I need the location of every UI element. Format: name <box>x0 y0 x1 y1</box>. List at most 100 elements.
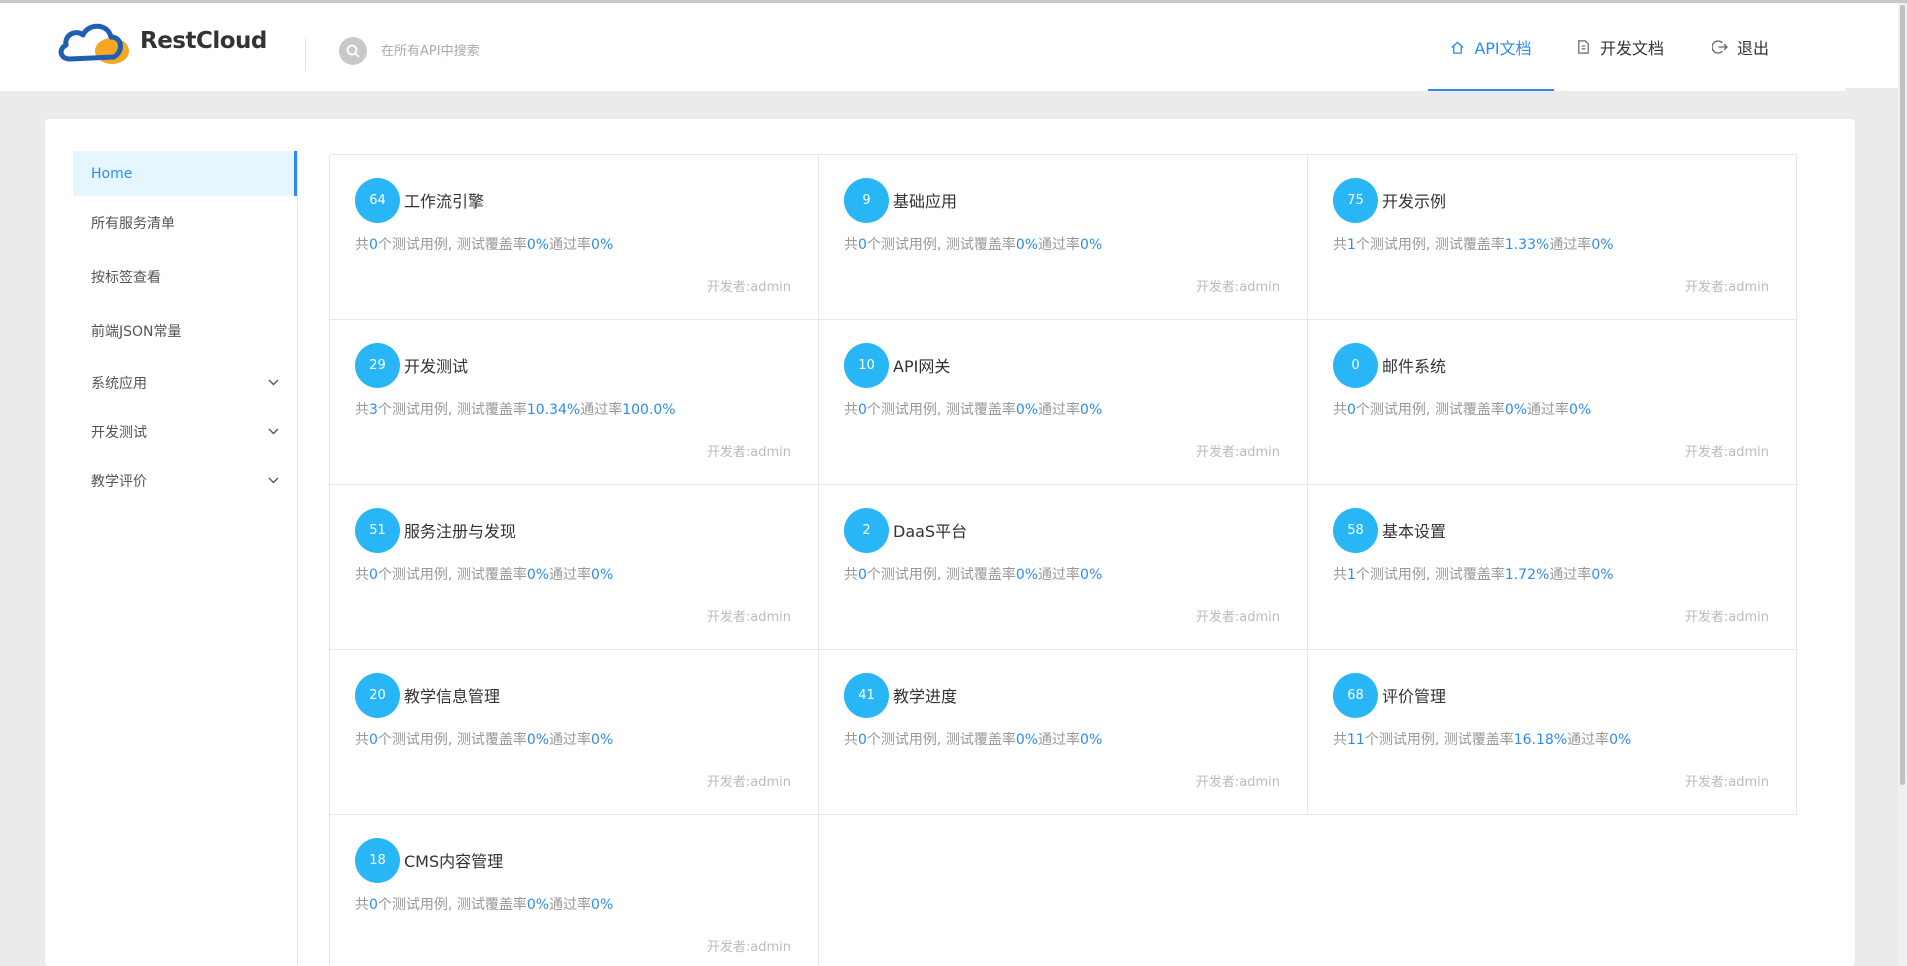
service-title[interactable]: 基本设置 <box>1382 518 1446 542</box>
logo[interactable]: RestCloud <box>56 15 267 67</box>
developer-label: 开发者:admin <box>1684 280 1769 295</box>
stats-text: 个测试用例, 测试覆盖率 <box>377 402 527 418</box>
search-bar <box>339 37 641 65</box>
stats-text: 个测试用例, 测试覆盖率 <box>377 732 527 748</box>
service-title[interactable]: 开发示例 <box>1382 188 1446 212</box>
test-case-count: 0 <box>369 732 378 748</box>
test-stats: 共0个测试用例, 测试覆盖率0%通过率0% <box>844 564 1102 584</box>
service-title[interactable]: 邮件系统 <box>1382 353 1446 377</box>
sidebar-item-system-apps[interactable]: 系统应用 <box>73 358 297 407</box>
test-case-count: 0 <box>858 402 867 418</box>
test-stats: 共0个测试用例, 测试覆盖率0%通过率0% <box>355 729 613 749</box>
service-card[interactable]: 20 教学信息管理 共0个测试用例, 测试覆盖率0%通过率0% 开发者:admin <box>330 649 819 815</box>
developer-label: 开发者:admin <box>1684 610 1769 625</box>
sidebar-item-label: 系统应用 <box>91 375 147 392</box>
test-case-count: 0 <box>858 237 867 253</box>
service-card[interactable]: 41 教学进度 共0个测试用例, 测试覆盖率0%通过率0% 开发者:admin <box>819 649 1308 815</box>
api-count-badge: 29 <box>355 343 400 388</box>
stats-text: 共 <box>1333 567 1347 583</box>
service-card[interactable]: 9 基础应用 共0个测试用例, 测试覆盖率0%通过率0% 开发者:admin <box>819 154 1308 320</box>
service-title[interactable]: 评价管理 <box>1382 683 1446 707</box>
cloud-logo-icon <box>58 23 129 64</box>
search-icon[interactable] <box>339 37 367 65</box>
pass-rate-value: 0% <box>591 732 614 748</box>
home-icon <box>1451 41 1464 54</box>
nav-label: 开发文档 <box>1600 39 1665 58</box>
service-title[interactable]: 服务注册与发现 <box>404 518 516 542</box>
pass-rate-value: 0% <box>1591 567 1614 583</box>
stats-text: 共 <box>355 402 369 418</box>
service-card[interactable]: 68 评价管理 共11个测试用例, 测试覆盖率16.18%通过率0% 开发者:admi… <box>1308 649 1797 815</box>
service-card[interactable]: 75 开发示例 共1个测试用例, 测试覆盖率1.33%通过率0% 开发者:admin <box>1308 154 1797 320</box>
service-title[interactable]: DaaS平台 <box>893 518 967 542</box>
service-card[interactable]: 58 基本设置 共1个测试用例, 测试覆盖率1.72%通过率0% 开发者:admin <box>1308 484 1797 650</box>
nav-label: 退出 <box>1737 39 1770 58</box>
test-stats: 共3个测试用例, 测试覆盖率10.34%通过率100.0% <box>355 399 676 419</box>
pass-rate-value: 0% <box>591 567 614 583</box>
service-card[interactable]: 18 CMS内容管理 共0个测试用例, 测试覆盖率0%通过率0% 开发者:admin <box>330 814 819 966</box>
sidebar-item-all-services[interactable]: 所有服务清单 <box>73 196 297 250</box>
service-title[interactable]: 工作流引擎 <box>404 188 484 212</box>
sidebar-item-dev-testing[interactable]: 开发测试 <box>73 407 297 456</box>
stats-text: 通过率 <box>549 897 592 913</box>
sidebar-item-teaching-eval[interactable]: 教学评价 <box>73 456 297 505</box>
service-card[interactable]: 29 开发测试 共3个测试用例, 测试覆盖率10.34%通过率100.0% 开发者:a… <box>330 319 819 485</box>
nav-logout[interactable]: 退出 <box>1712 3 1782 91</box>
sidebar-item-label: Home <box>91 165 133 182</box>
top-header: RestCloud API文档 开发文档 退出 <box>0 3 1907 91</box>
test-stats: 共0个测试用例, 测试覆盖率0%通过率0% <box>844 234 1102 254</box>
api-count-badge: 10 <box>844 343 889 388</box>
test-stats: 共0个测试用例, 测试覆盖率0%通过率0% <box>355 894 613 914</box>
stats-text: 共 <box>844 402 858 418</box>
service-title[interactable]: 教学进度 <box>893 683 957 707</box>
developer-label: 开发者:admin <box>1684 445 1769 460</box>
sidebar-item-by-tag[interactable]: 按标签查看 <box>73 250 297 304</box>
coverage-value: 1.33% <box>1504 237 1550 253</box>
main-panel: Home 所有服务清单 按标签查看 前端JSON常量 系统应用 开发测试 教学评… <box>45 119 1855 966</box>
developer-label: 开发者:admin <box>706 280 791 295</box>
coverage-value: 0% <box>526 897 550 913</box>
pass-rate-value: 0% <box>1080 237 1103 253</box>
nav-api-docs[interactable]: API文档 <box>1428 3 1554 91</box>
service-card[interactable]: 51 服务注册与发现 共0个测试用例, 测试覆盖率0%通过率0% 开发者:admin <box>330 484 819 650</box>
pass-rate-value: 0% <box>1080 567 1103 583</box>
coverage-value: 0% <box>1015 567 1039 583</box>
service-title[interactable]: API网关 <box>893 353 950 377</box>
pass-rate-value: 0% <box>1080 402 1103 418</box>
service-card[interactable]: 0 邮件系统 共0个测试用例, 测试覆盖率0%通过率0% 开发者:admin <box>1308 319 1797 485</box>
api-count-badge: 51 <box>355 508 400 553</box>
pass-rate-value: 0% <box>591 897 614 913</box>
test-stats: 共0个测试用例, 测试覆盖率0%通过率0% <box>1333 399 1591 419</box>
service-card[interactable]: 64 工作流引擎 共0个测试用例, 测试覆盖率0%通过率0% 开发者:admin <box>330 154 819 320</box>
sidebar-item-json-constants[interactable]: 前端JSON常量 <box>73 304 297 358</box>
stats-text: 通过率 <box>580 402 623 418</box>
nav-dev-docs[interactable]: 开发文档 <box>1576 3 1676 91</box>
stats-text: 共 <box>1333 732 1347 748</box>
stats-text: 共 <box>355 237 369 253</box>
service-title[interactable]: CMS内容管理 <box>404 848 503 872</box>
test-stats: 共1个测试用例, 测试覆盖率1.33%通过率0% <box>1333 234 1614 254</box>
service-card[interactable]: 2 DaaS平台共0个测试用例, 测试覆盖率0%通过率0% 开发者:admin <box>819 484 1308 650</box>
sidebar-item-home[interactable]: Home <box>73 151 297 196</box>
service-title[interactable]: 教学信息管理 <box>404 683 500 707</box>
stats-text: 个测试用例, 测试覆盖率 <box>377 567 527 583</box>
search-input[interactable] <box>381 43 641 59</box>
test-case-count: 3 <box>369 402 378 418</box>
coverage-value: 0% <box>526 237 550 253</box>
sidebar-item-label: 开发测试 <box>91 424 147 441</box>
chevron-down-icon <box>268 428 279 435</box>
pass-rate-value: 0% <box>591 237 614 253</box>
chevron-down-icon <box>268 477 279 484</box>
developer-label: 开发者:admin <box>1195 610 1280 625</box>
stats-text: 个测试用例, 测试覆盖率 <box>1355 567 1505 583</box>
stats-text: 共 <box>1333 402 1347 418</box>
pass-rate-value: 0% <box>1591 237 1614 253</box>
scrollbar-thumb[interactable] <box>1900 5 1905 785</box>
stats-text: 通过率 <box>1038 237 1081 253</box>
service-title[interactable]: 开发测试 <box>404 353 468 377</box>
api-count-badge: 2 <box>844 508 889 553</box>
service-card[interactable]: 10 API网关 共0个测试用例, 测试覆盖率0%通过率0% 开发者:admin <box>819 319 1308 485</box>
pass-rate-value: 0% <box>1609 732 1632 748</box>
service-title[interactable]: 基础应用 <box>893 188 957 212</box>
developer-label: 开发者:admin <box>706 610 791 625</box>
